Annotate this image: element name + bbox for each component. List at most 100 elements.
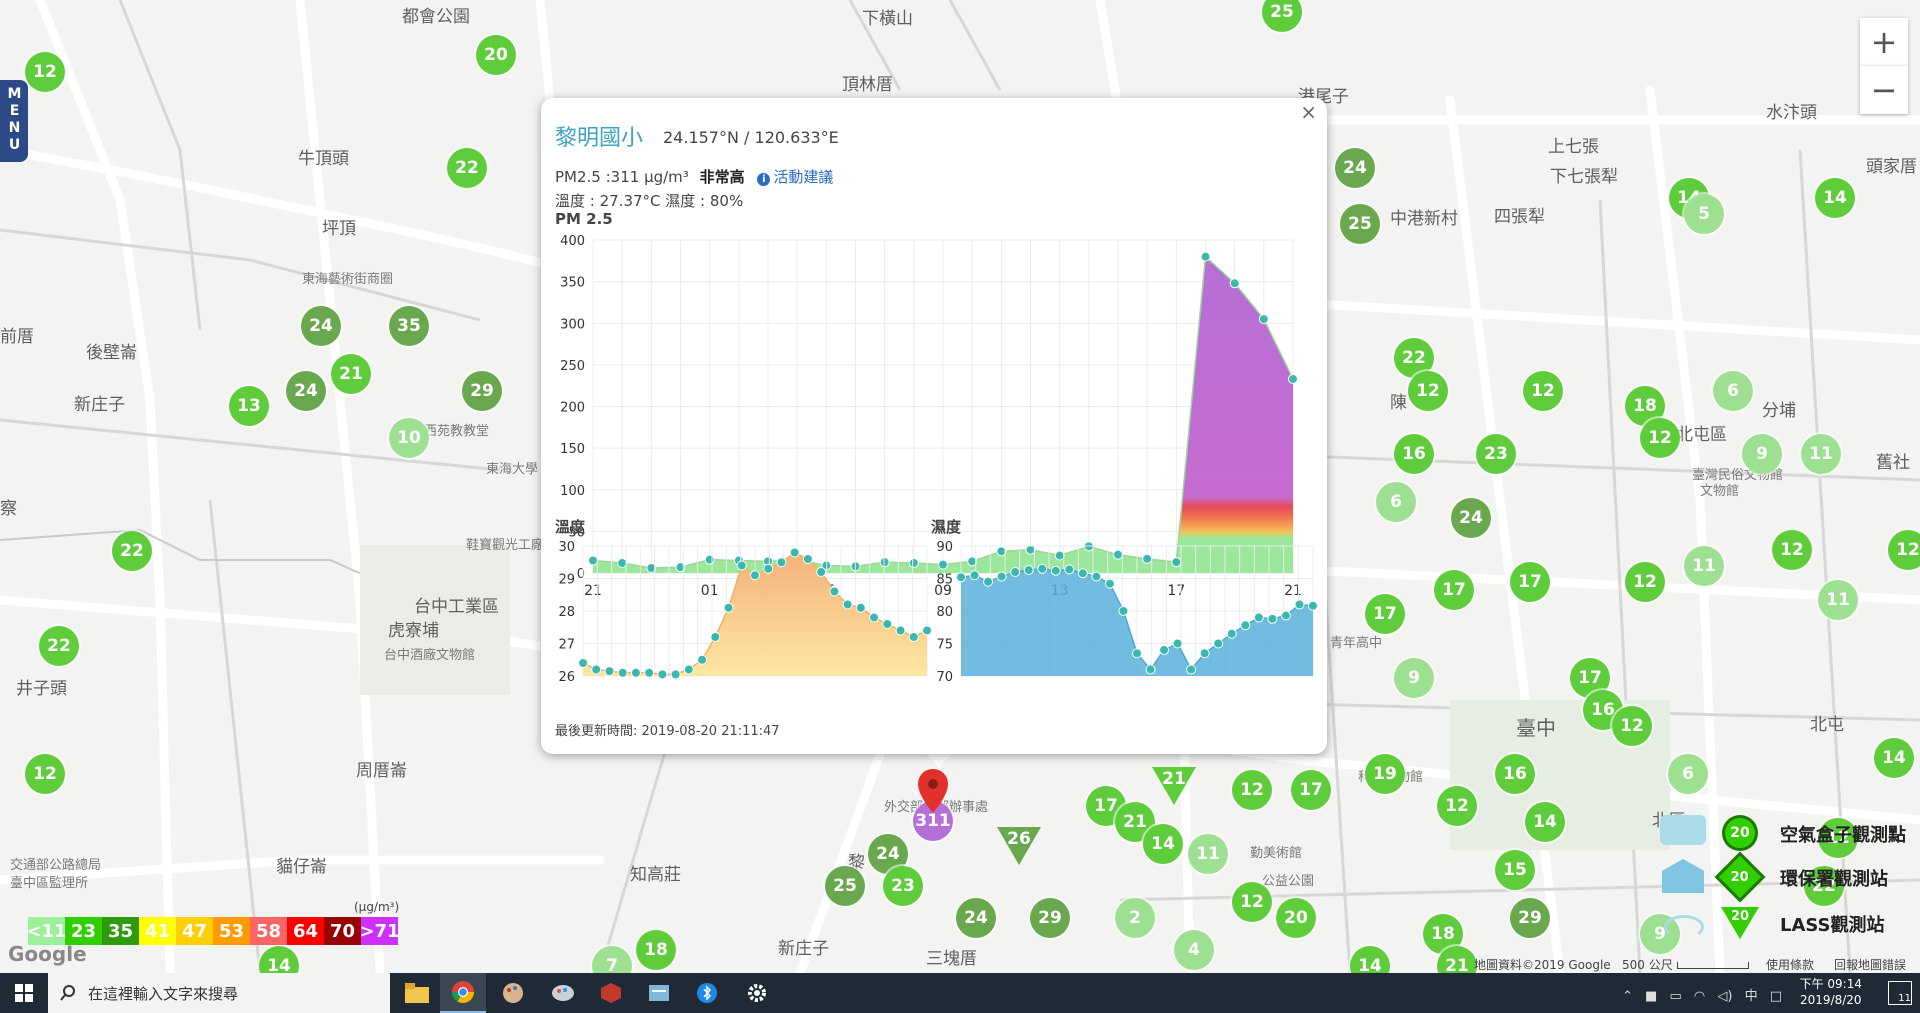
clock-date: 2019/8/20	[1800, 993, 1862, 1007]
sensor-marker[interactable]: 29	[1510, 898, 1550, 938]
place-label: 分埔	[1762, 401, 1796, 421]
sensor-marker[interactable]: 35	[389, 306, 429, 346]
data-point	[1288, 374, 1298, 385]
zoom-in-button[interactable]: +	[1860, 18, 1908, 66]
search-icon	[60, 985, 75, 1001]
sensor-marker[interactable]: 29	[462, 371, 502, 411]
sensor-marker[interactable]: 20	[476, 35, 516, 75]
sensor-marker[interactable]: 24	[1335, 148, 1375, 188]
sensor-marker[interactable]: 23	[883, 866, 923, 906]
sensor-marker[interactable]: 12	[1640, 418, 1680, 458]
sensor-marker[interactable]: 14	[1815, 178, 1855, 218]
sensor-marker[interactable]: 24	[1451, 498, 1491, 538]
sensor-marker[interactable]: 11	[1684, 546, 1724, 586]
sensor-marker[interactable]: 11	[1801, 434, 1841, 474]
close-button[interactable]: ×	[1300, 100, 1317, 124]
sensor-marker[interactable]: 29	[1030, 898, 1070, 938]
tray-icons[interactable]: ⌃ ■ ▭ ◠ ◁) 中 □	[1622, 985, 1782, 1004]
info-icon: i	[757, 173, 771, 186]
data-point	[1229, 278, 1240, 289]
y-tick-label: 200	[560, 401, 585, 416]
terms-link[interactable]: 使用條款	[1766, 956, 1814, 973]
sensor-marker[interactable]: 14	[1874, 738, 1914, 778]
sensor-marker[interactable]: 12	[1772, 530, 1812, 570]
sensor-marker[interactable]: 18	[636, 930, 676, 970]
data-point	[763, 563, 774, 574]
security-icon[interactable]: ■	[1645, 989, 1657, 1004]
sensor-marker[interactable]: 17	[1291, 770, 1331, 810]
advice-link[interactable]: i 活動建議	[757, 168, 833, 186]
sensor-marker[interactable]: 12	[25, 52, 65, 92]
map-pin-icon[interactable]	[916, 768, 950, 814]
sensor-marker[interactable]: 19	[1365, 754, 1405, 794]
notification-center-button[interactable]: 11	[1888, 981, 1912, 1005]
ime-mode-icon[interactable]: □	[1770, 989, 1782, 1004]
chrome-button[interactable]	[440, 973, 486, 1013]
sensor-marker[interactable]: 25	[825, 866, 865, 906]
sensor-marker[interactable]: 17	[1365, 594, 1405, 634]
bluetooth-button[interactable]	[684, 973, 730, 1013]
ime-indicator[interactable]: 中	[1745, 989, 1758, 1004]
sensor-marker[interactable]: 5	[1684, 194, 1724, 234]
start-button[interactable]	[0, 973, 48, 1013]
sensor-marker[interactable]: 21	[331, 354, 371, 394]
report-error-link[interactable]: 回報地圖錯誤	[1834, 956, 1906, 973]
taskbar-search[interactable]: 在這裡輸入文字來搜尋	[48, 973, 390, 1013]
sensor-marker[interactable]: 14	[1143, 824, 1183, 864]
sensor-marker[interactable]: 12	[1408, 371, 1448, 411]
wifi-icon[interactable]: ◠	[1694, 989, 1705, 1004]
sensor-marker[interactable]: 12	[25, 754, 65, 794]
sensor-marker[interactable]: 23	[1476, 434, 1516, 474]
sensor-marker[interactable]: 24	[286, 371, 326, 411]
chrome-icon	[452, 981, 474, 1003]
sensor-marker[interactable]: 9	[1742, 434, 1782, 474]
sensor-marker[interactable]: 20	[1276, 898, 1316, 938]
palette-app-button[interactable]	[540, 973, 586, 1013]
file-explorer-button[interactable]	[394, 973, 440, 1013]
sensor-marker[interactable]: 25	[1340, 204, 1380, 244]
sensor-marker[interactable]: 12	[1888, 530, 1920, 570]
sensor-marker[interactable]: 2	[1115, 898, 1155, 938]
sensor-marker[interactable]: 17	[1510, 562, 1550, 602]
sensor-marker[interactable]: 12	[1232, 882, 1272, 922]
sensor-marker[interactable]: 6	[1713, 371, 1753, 411]
settings-button[interactable]	[734, 973, 780, 1013]
sensor-marker[interactable]: 24	[956, 898, 996, 938]
sketchup-button[interactable]	[588, 973, 634, 1013]
sensor-marker[interactable]: 12	[1523, 371, 1563, 411]
legend-cell: 23	[65, 917, 102, 945]
sensor-marker[interactable]: 6	[1668, 754, 1708, 794]
paint-app-button[interactable]	[490, 973, 536, 1013]
sensor-marker[interactable]: 14	[1525, 802, 1565, 842]
sensor-marker[interactable]: 9	[1394, 658, 1434, 698]
chevron-up-icon[interactable]: ⌃	[1622, 989, 1633, 1004]
sensor-marker[interactable]: 12	[1232, 770, 1272, 810]
sensor-marker[interactable]: 10	[389, 418, 429, 458]
sensor-marker[interactable]: 12	[1437, 786, 1477, 826]
volume-icon[interactable]: ◁)	[1717, 989, 1732, 1004]
sensor-marker[interactable]: 11	[1818, 580, 1858, 620]
sensor-marker[interactable]: 22	[39, 626, 79, 666]
sensor-marker[interactable]: 12	[1612, 706, 1652, 746]
sensor-marker[interactable]: 24	[301, 306, 341, 346]
sensor-marker[interactable]: 12	[1625, 562, 1665, 602]
battery-icon[interactable]: ▭	[1669, 989, 1681, 1004]
clock[interactable]: 下午 09:14 2019/8/20	[1800, 976, 1862, 1008]
notes-app-button[interactable]	[636, 973, 682, 1013]
sensor-marker[interactable]: 22	[112, 531, 152, 571]
sensor-marker[interactable]: 11	[1188, 834, 1228, 874]
place-label: 台中酒廠文物館	[384, 648, 476, 663]
sensor-marker[interactable]: 15	[1495, 850, 1535, 890]
menu-tab[interactable]: MENU	[0, 80, 28, 162]
search-placeholder: 在這裡輸入文字來搜尋	[88, 984, 239, 1003]
sensor-marker[interactable]: 17	[1434, 570, 1474, 610]
sensor-marker[interactable]: 16	[1495, 754, 1535, 794]
sensor-marker[interactable]: 4	[1174, 930, 1214, 970]
pm25-reading: PM2.5 :311 μg/m³ 非常高 i 活動建議	[555, 166, 833, 187]
folder-icon	[405, 983, 429, 1003]
sensor-marker[interactable]: 6	[1376, 482, 1416, 522]
sensor-marker[interactable]: 13	[229, 386, 269, 426]
sensor-marker[interactable]: 16	[1394, 434, 1434, 474]
zoom-out-button[interactable]: −	[1860, 66, 1908, 114]
sensor-marker[interactable]: 22	[447, 148, 487, 188]
